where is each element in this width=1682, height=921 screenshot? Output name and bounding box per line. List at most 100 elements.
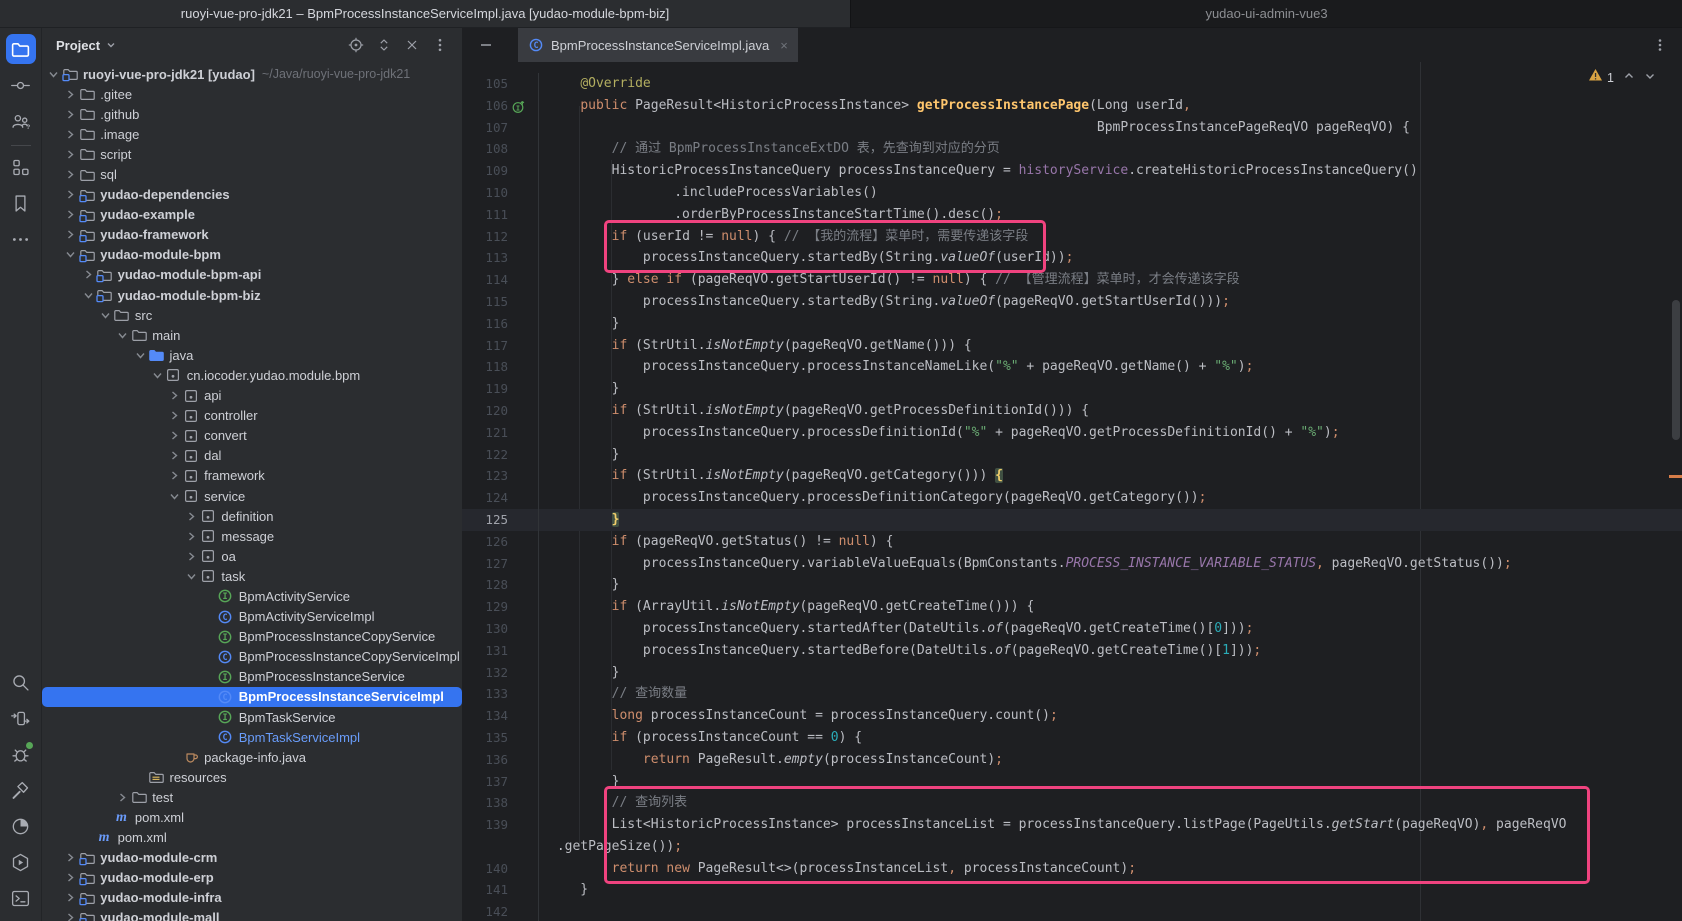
editor-scrollbar[interactable] [1672,300,1680,440]
tree-row-test[interactable]: test [42,787,462,807]
line-number[interactable]: 121 [462,422,538,444]
line-number[interactable]: 107 [462,117,538,139]
tree-row-yudao-module-bpm-biz[interactable]: yudao-module-bpm-biz [42,285,462,305]
tree-row-yudao-example[interactable]: yudao-example [42,205,462,225]
code-line-126[interactable]: 126 if (pageReqVO.getStatus() != null) { [462,531,1682,553]
tree-row-pom.xml[interactable]: mpom.xml [42,807,462,827]
tree-row-yudao-framework[interactable]: yudao-framework [42,225,462,245]
tree-row-definition[interactable]: definition [42,506,462,526]
chevron-right-icon[interactable] [184,549,199,563]
tree-row-convert[interactable]: convert [42,426,462,446]
line-number[interactable] [462,836,538,858]
chevron-down-icon[interactable] [184,569,199,583]
chevron-down-icon[interactable] [46,67,61,81]
terminal-icon[interactable] [6,883,36,913]
tree-row-bpmprocessinstanceservice[interactable]: IBpmProcessInstanceService [42,667,462,687]
line-number[interactable]: 131 [462,640,538,662]
project-icon[interactable] [6,34,36,64]
profiler-icon[interactable] [6,811,36,841]
line-number[interactable]: 129 [462,596,538,618]
chevron-right-icon[interactable] [63,147,78,161]
line-number[interactable]: 142 [462,901,538,921]
commit-icon[interactable] [6,70,36,100]
line-number[interactable]: 110 [462,182,538,204]
code-line-107[interactable]: 107 BpmProcessInstancePageReqVO pageReqV… [462,117,1682,139]
code-line-106[interactable]: 106I public PageResult<HistoricProcessIn… [462,95,1682,117]
code-line-112[interactable]: 112 if (userId != null) { // 【我的流程】菜单时，需… [462,226,1682,248]
chevron-down-icon[interactable] [63,248,78,262]
line-number[interactable]: 141 [462,879,538,901]
line-number[interactable]: 128 [462,574,538,596]
tree-row-src[interactable]: src [42,305,462,325]
line-number[interactable]: 132 [462,662,538,684]
structure-icon[interactable] [6,152,36,182]
chevron-right-icon[interactable] [167,449,182,463]
line-number[interactable]: 130 [462,618,538,640]
chevron-right-icon[interactable] [81,268,96,282]
line-number[interactable]: 127 [462,553,538,575]
line-number[interactable]: 134 [462,705,538,727]
tree-row-bpmtaskserviceimpl[interactable]: CBpmTaskServiceImpl [42,727,462,747]
line-number[interactable]: 106I [462,95,538,117]
code-line-121[interactable]: 121 processInstanceQuery.processDefiniti… [462,422,1682,444]
line-number[interactable]: 125 [462,509,538,531]
options-icon[interactable] [428,33,452,57]
line-number[interactable]: 109 [462,160,538,182]
chevron-down-icon[interactable] [133,348,148,362]
line-number[interactable]: 115 [462,291,538,313]
tab-options-kebab-icon[interactable] [1650,38,1670,52]
tree-row-.gitee[interactable]: .gitee [42,84,462,104]
tree-row-resources[interactable]: resources [42,767,462,787]
tree-row-yudao-module-crm[interactable]: yudao-module-crm [42,848,462,868]
tree-row-bpmactivityserviceimpl[interactable]: CBpmActivityServiceImpl [42,607,462,627]
code-line-124[interactable]: 124 processInstanceQuery.processDefiniti… [462,487,1682,509]
chevron-down-icon[interactable] [98,308,113,322]
line-number[interactable]: 122 [462,444,538,466]
line-number[interactable]: 111 [462,204,538,226]
line-number[interactable]: 136 [462,749,538,771]
tree-row-java[interactable]: java [42,345,462,365]
chevron-right-icon[interactable] [184,509,199,523]
select-opened-file-icon[interactable] [344,33,368,57]
chevron-right-icon[interactable] [167,409,182,423]
line-number[interactable]: 123 [462,465,538,487]
code-line-137[interactable]: 137 } [462,771,1682,793]
chevron-right-icon[interactable] [63,228,78,242]
line-number[interactable]: 105 [462,73,538,95]
code-line-118[interactable]: 118 processInstanceQuery.processInstance… [462,356,1682,378]
line-number[interactable]: 124 [462,487,538,509]
tree-row-main[interactable]: main [42,325,462,345]
code-line-129[interactable]: 129 if (ArrayUtil.isNotEmpty(pageReqVO.g… [462,596,1682,618]
line-number[interactable]: 108 [462,138,538,160]
tree-row-oa[interactable]: oa [42,546,462,566]
code-line-139[interactable]: 139 List<HistoricProcessInstance> proces… [462,814,1682,836]
project-panel-title[interactable]: Project [56,38,100,53]
tree-row-yudao-dependencies[interactable]: yudao-dependencies [42,185,462,205]
tree-row-bpmactivityservice[interactable]: IBpmActivityService [42,586,462,606]
more-tool-windows-icon[interactable] [6,224,36,254]
line-number[interactable]: 119 [462,378,538,400]
tree-row-controller[interactable]: controller [42,406,462,426]
tree-row-yudao-module-mall[interactable]: yudao-module-mall [42,908,462,921]
chevron-right-icon[interactable] [63,107,78,121]
tree-row-sql[interactable]: sql [42,164,462,184]
chevron-right-icon[interactable] [63,168,78,182]
line-number[interactable]: 112 [462,226,538,248]
tree-row-cn.iocoder.yudao.module.bpm[interactable]: cn.iocoder.yudao.module.bpm [42,365,462,385]
chevron-right-icon[interactable] [63,851,78,865]
tree-row-ruoyi-vue-pro-jdk21-yudao-[interactable]: ruoyi-vue-pro-jdk21 [yudao]~/Java/ruoyi-… [42,64,462,84]
tree-row-.image[interactable]: .image [42,124,462,144]
previous-problem-icon[interactable] [1623,69,1635,87]
line-number[interactable]: 117 [462,335,538,357]
code-line-123[interactable]: 123 if (StrUtil.isNotEmpty(pageReqVO.get… [462,465,1682,487]
error-stripe-warning-mark[interactable] [1669,475,1682,478]
chevron-right-icon[interactable] [167,469,182,483]
line-number[interactable]: 116 [462,313,538,335]
line-number[interactable]: 118 [462,356,538,378]
tree-row-yudao-module-infra[interactable]: yudao-module-infra [42,888,462,908]
tree-row-dal[interactable]: dal [42,446,462,466]
code-line-116[interactable]: 116 } [462,313,1682,335]
code-line-109[interactable]: 109 HistoricProcessInstanceQuery process… [462,160,1682,182]
code-line-122[interactable]: 122 } [462,444,1682,466]
line-number[interactable]: 114 [462,269,538,291]
